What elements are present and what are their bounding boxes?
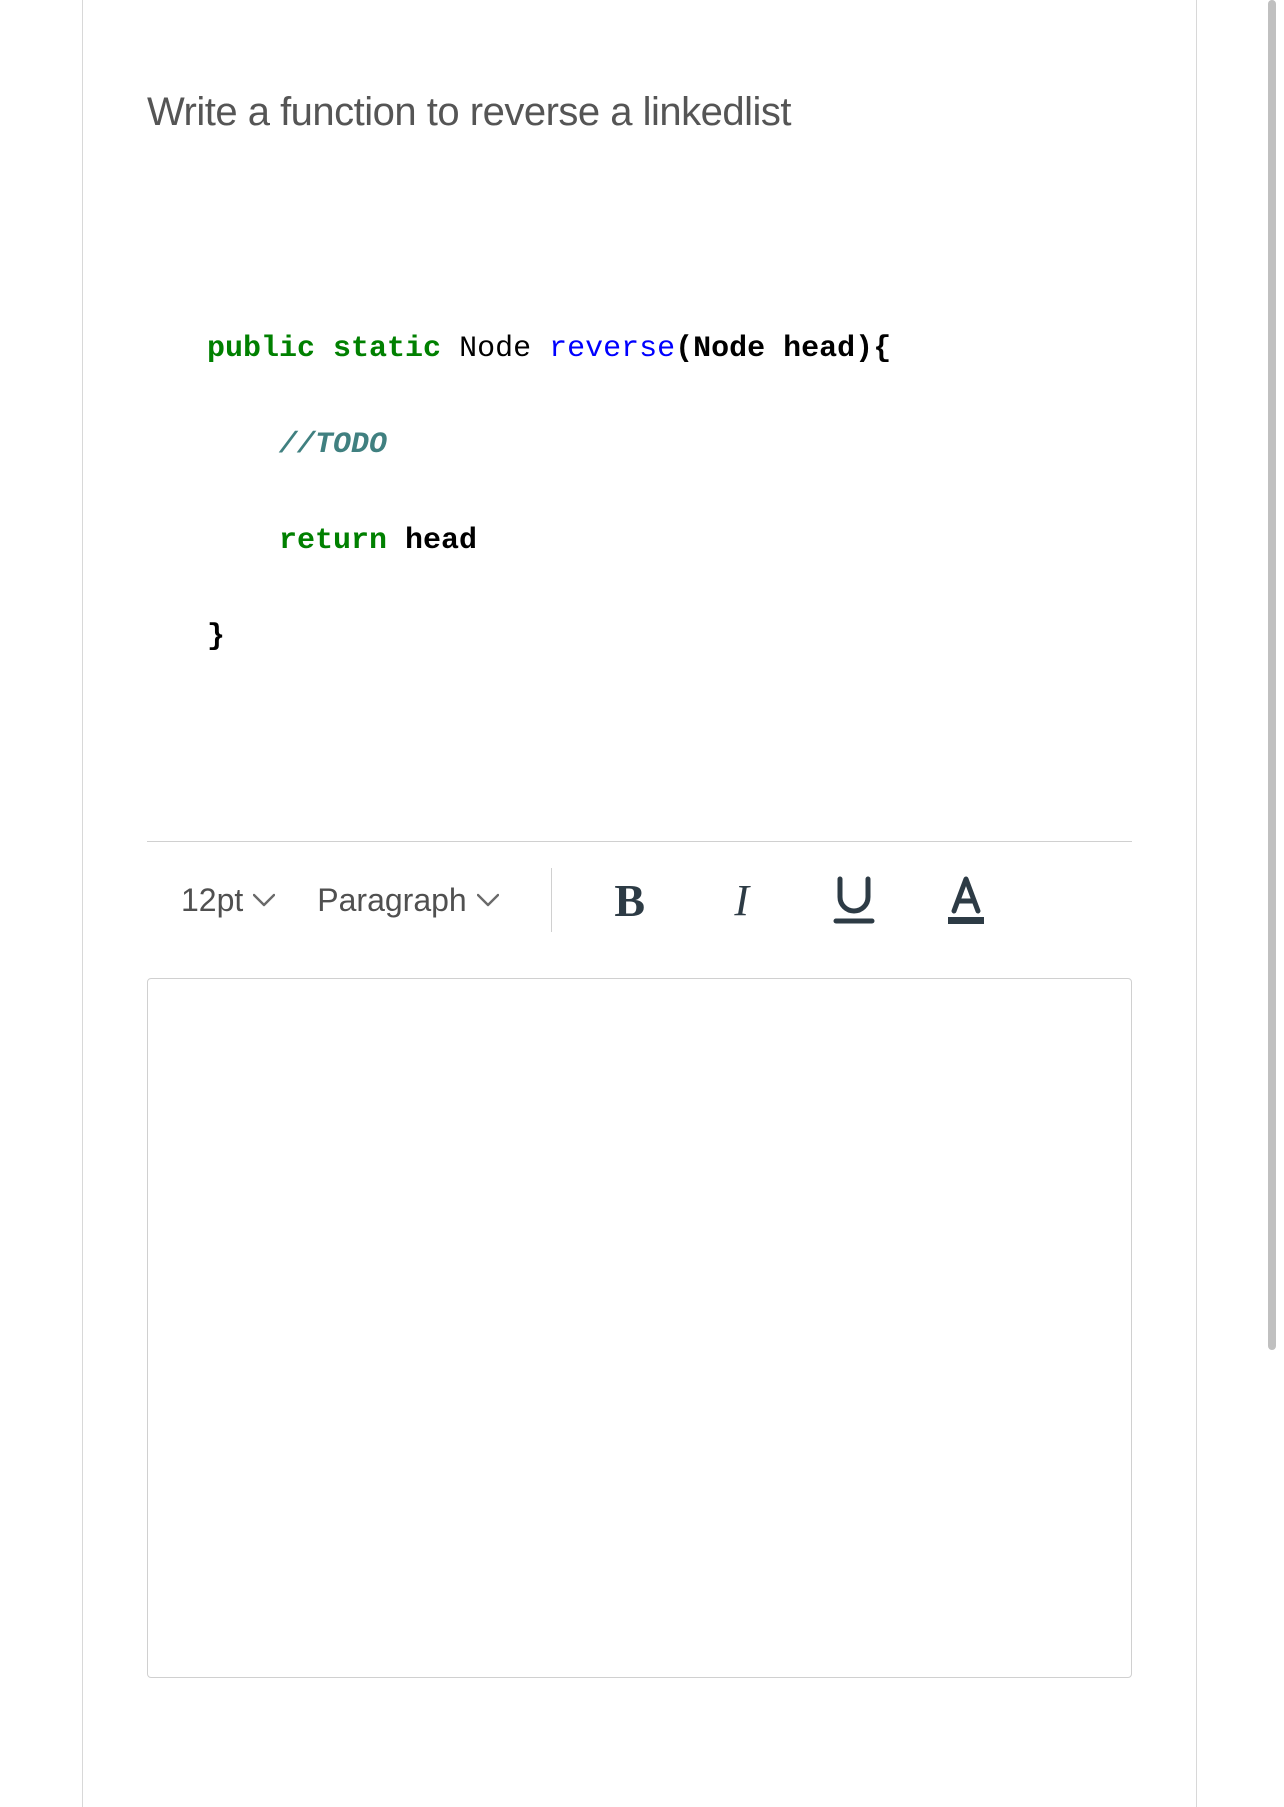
toolbar-separator xyxy=(551,868,552,932)
text-color-button[interactable] xyxy=(940,874,992,926)
scrollbar-track[interactable] xyxy=(1268,0,1276,1807)
font-size-value: 12pt xyxy=(181,882,243,919)
block-type-dropdown[interactable]: Paragraph xyxy=(317,882,498,919)
text-color-icon xyxy=(944,875,988,925)
code-line-signature: public static Node reverse(Node head){ xyxy=(207,325,1132,373)
code-line-comment: //TODO xyxy=(207,421,1132,469)
block-type-value: Paragraph xyxy=(317,882,466,919)
keyword-static: static xyxy=(333,332,441,366)
code-line-close: } xyxy=(207,613,1132,661)
keyword-return: return xyxy=(279,524,387,558)
keyword-public: public xyxy=(207,332,315,366)
chevron-down-icon xyxy=(253,893,275,907)
bold-button[interactable]: B xyxy=(604,874,656,926)
chevron-down-icon xyxy=(477,893,499,907)
signature-tail: (Node head){ xyxy=(675,332,891,366)
italic-icon: I xyxy=(734,875,749,926)
return-value: head xyxy=(387,524,477,558)
question-panel: Write a function to reverse a linkedlist… xyxy=(82,0,1197,1807)
scrollbar-thumb[interactable] xyxy=(1268,0,1276,1350)
italic-button[interactable]: I xyxy=(716,874,768,926)
format-buttons: B I xyxy=(604,874,992,926)
underline-button[interactable] xyxy=(828,874,880,926)
code-snippet: public static Node reverse(Node head){ /… xyxy=(147,325,1132,661)
code-line-return: return head xyxy=(207,517,1132,565)
type-node: Node xyxy=(459,332,531,366)
bold-icon: B xyxy=(614,874,645,927)
font-size-dropdown[interactable]: 12pt xyxy=(181,882,275,919)
page-frame: Write a function to reverse a linkedlist… xyxy=(0,0,1276,1807)
function-name: reverse xyxy=(549,332,675,366)
question-section: Write a function to reverse a linkedlist… xyxy=(83,0,1196,661)
editor-toolbar: 12pt Paragraph xyxy=(83,842,1196,958)
underline-icon xyxy=(832,875,876,925)
close-brace: } xyxy=(207,620,225,654)
question-title: Write a function to reverse a linkedlist xyxy=(147,90,1132,135)
rich-text-editor[interactable] xyxy=(147,978,1132,1678)
comment-todo: //TODO xyxy=(279,428,387,462)
